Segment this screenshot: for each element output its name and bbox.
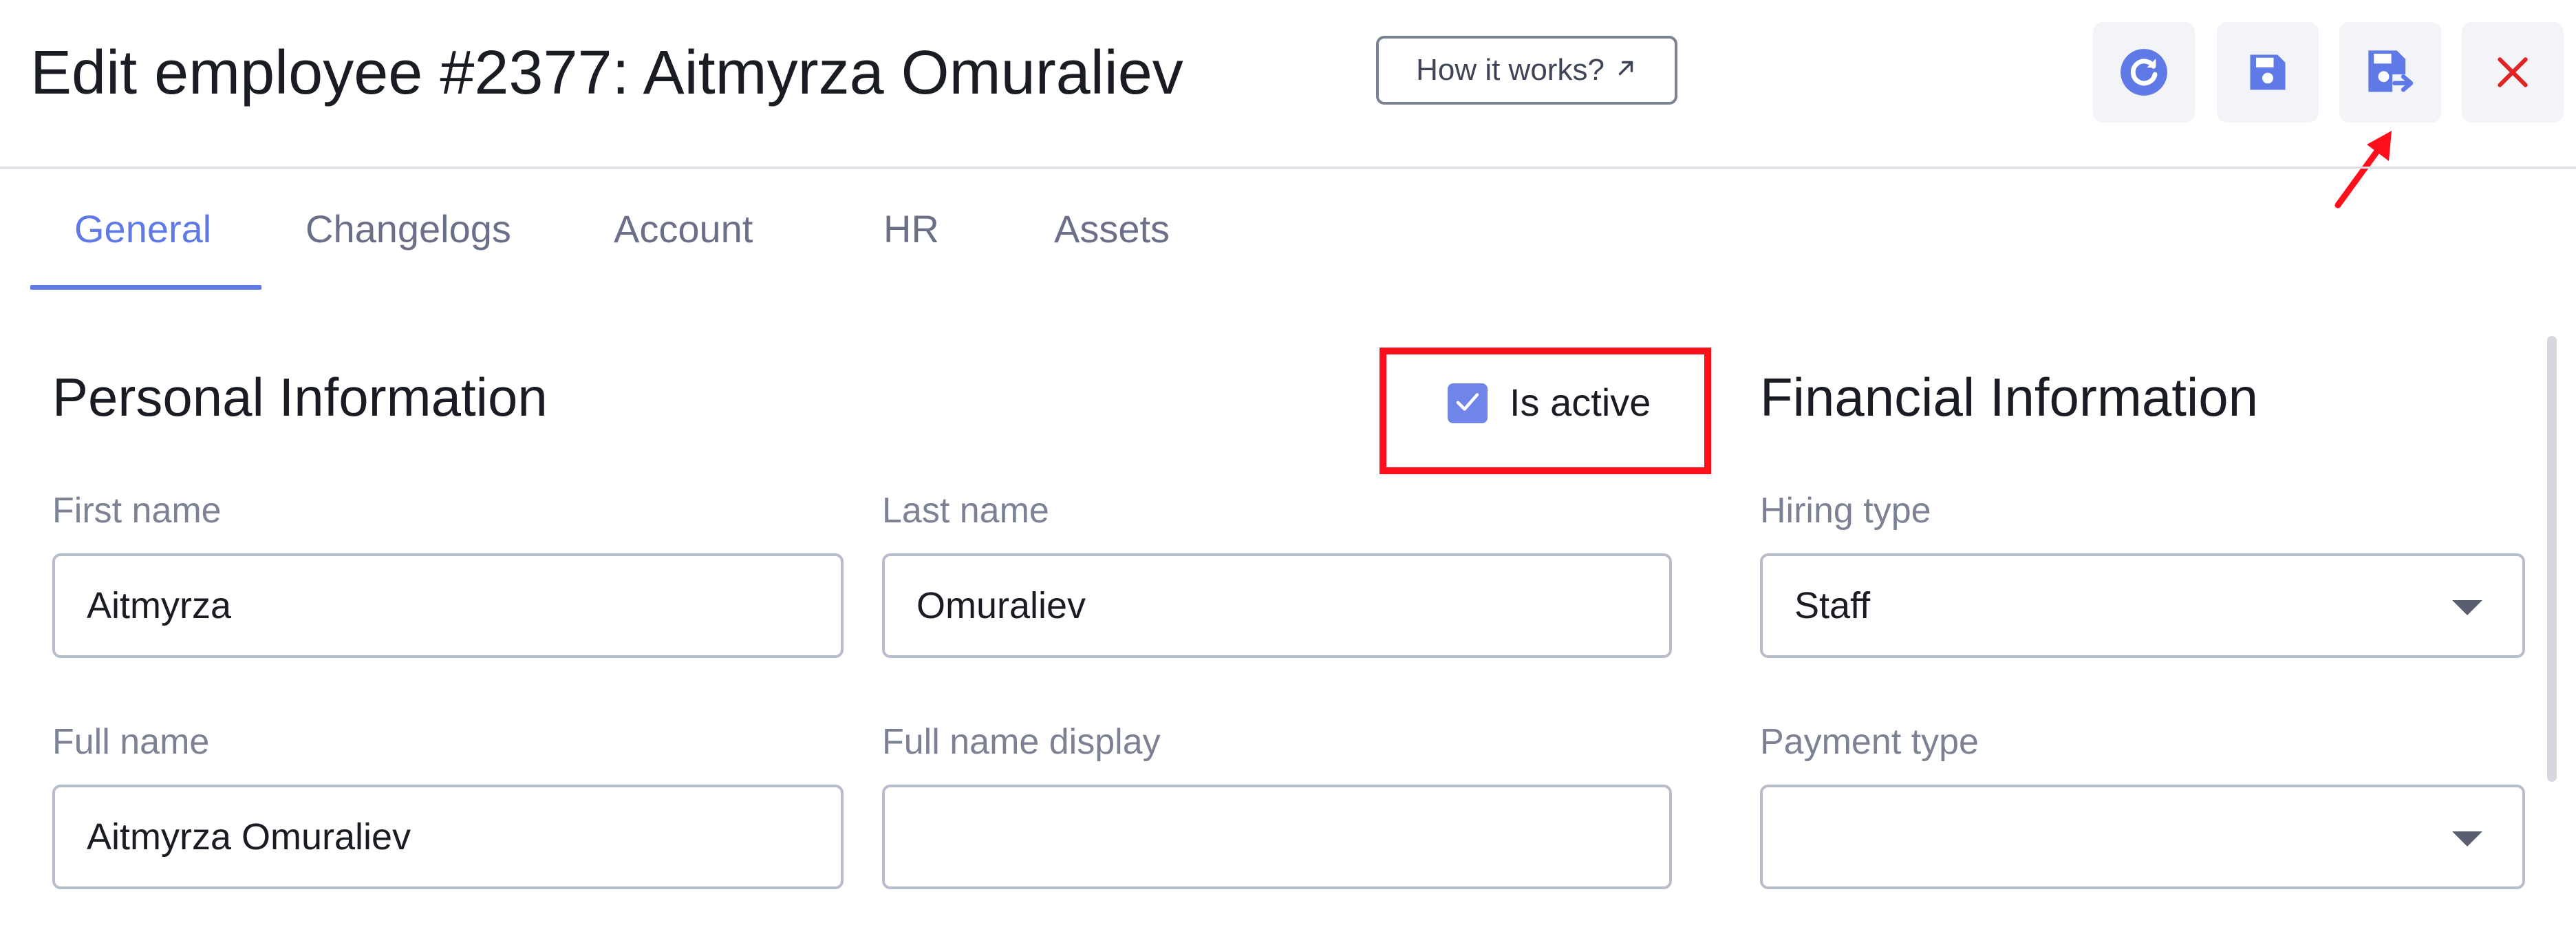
tab-general[interactable]: General xyxy=(74,206,211,275)
header-divider xyxy=(0,167,2576,169)
annotation-arrow-icon xyxy=(2326,124,2408,217)
personal-information-heading: Personal Information xyxy=(52,367,548,427)
hiring-type-value: Staff xyxy=(1794,585,1871,626)
hiring-type-select[interactable]: Staff xyxy=(1760,553,2525,658)
save-button[interactable] xyxy=(2217,22,2319,123)
tab-changelogs[interactable]: Changelogs xyxy=(305,206,511,275)
close-icon xyxy=(2493,53,2532,92)
active-tab-indicator xyxy=(30,285,261,290)
chevron-down-icon xyxy=(2452,600,2482,615)
refresh-button[interactable] xyxy=(2093,22,2195,123)
highlight-annotation-box xyxy=(1380,348,1711,474)
last-name-input[interactable]: Omuraliev xyxy=(882,553,1672,658)
hiring-type-label: Hiring type xyxy=(1760,491,1931,531)
vertical-scrollbar[interactable] xyxy=(2547,336,2557,782)
page-title: Edit employee #2377: Aitmyrza Omuraliev xyxy=(30,39,1183,107)
how-it-works-label: How it works? xyxy=(1416,53,1604,87)
full-name-input[interactable]: Aitmyrza Omuraliev xyxy=(52,785,844,889)
tab-assets[interactable]: Assets xyxy=(1054,206,1170,275)
save-icon xyxy=(2244,49,2291,96)
tab-account[interactable]: Account xyxy=(614,206,753,275)
first-name-label: First name xyxy=(52,491,222,531)
tab-hr[interactable]: HR xyxy=(883,206,939,275)
how-it-works-button[interactable]: How it works? xyxy=(1376,36,1677,105)
chevron-down-icon xyxy=(2452,831,2482,847)
full-name-display-input[interactable] xyxy=(882,785,1672,889)
full-name-label: Full name xyxy=(52,722,210,762)
financial-information-heading: Financial Information xyxy=(1760,367,2259,427)
close-button[interactable] xyxy=(2462,22,2564,123)
last-name-label: Last name xyxy=(882,491,1049,531)
first-name-input[interactable]: Aitmyrza xyxy=(52,553,844,658)
payment-type-label: Payment type xyxy=(1760,722,1979,762)
payment-type-select[interactable] xyxy=(1760,785,2525,889)
save-and-close-icon xyxy=(2364,46,2416,98)
refresh-icon xyxy=(2118,47,2169,98)
full-name-display-label: Full name display xyxy=(882,722,1161,762)
edit-employee-page: Edit employee #2377: Aitmyrza Omuraliev … xyxy=(0,0,2576,936)
arrow-up-right-icon xyxy=(1614,53,1638,87)
save-and-close-button[interactable] xyxy=(2339,22,2441,123)
